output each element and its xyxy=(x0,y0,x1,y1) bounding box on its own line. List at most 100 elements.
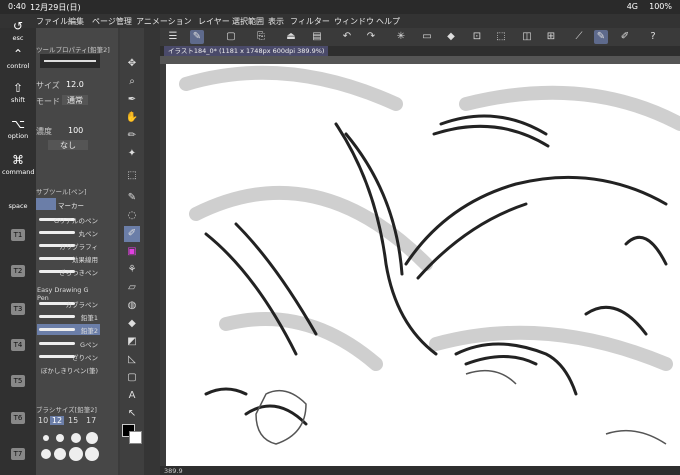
hand-icon[interactable]: ✋ xyxy=(124,110,140,126)
pencil-icon[interactable]: ✎ xyxy=(124,190,140,206)
menu-bar: ファイル 編集 ページ管理 アニメーション レイヤー 選択範囲 表示 フィルター… xyxy=(0,14,680,28)
open-icon[interactable]: ⎘ xyxy=(254,30,268,44)
menu-animation[interactable]: アニメーション xyxy=(136,16,192,27)
t3-key[interactable]: T3 xyxy=(11,303,25,315)
brush-item[interactable]: ざりペン xyxy=(37,351,100,362)
decoration-icon[interactable]: ⚘ xyxy=(124,262,140,278)
menu-view[interactable]: 表示 xyxy=(268,16,284,27)
canvas-status-bar: 389.9 xyxy=(160,466,680,475)
status-date: 12月29日(日) xyxy=(30,3,81,12)
transform-icon[interactable]: ⊡ xyxy=(470,30,484,44)
fill-bucket-icon[interactable]: ◆ xyxy=(124,316,140,332)
brush-size-dots[interactable] xyxy=(40,432,100,462)
subtool-tab-pen[interactable] xyxy=(36,198,56,210)
stylus-icon[interactable]: ✐ xyxy=(618,30,632,44)
clear-icon[interactable]: ▭ xyxy=(420,30,434,44)
brush-item[interactable]: Gリアルのペン xyxy=(37,214,100,225)
status-bar: 0:40 12月29日(日) 4G 100% xyxy=(0,0,680,14)
invert-selection-icon[interactable]: ◫ xyxy=(520,30,534,44)
shift-key[interactable]: ⇧ shift xyxy=(2,78,34,114)
menu-page[interactable]: ページ管理 xyxy=(92,16,132,27)
tool-property-title: ツールプロパティ[鉛筆2] xyxy=(36,46,110,54)
brush-size-option[interactable]: 15 xyxy=(68,416,80,425)
deselect-icon[interactable]: ⬚ xyxy=(494,30,508,44)
brush-item[interactable]: ぼかしきりペン(筆) xyxy=(37,364,100,375)
quick-access-icon[interactable]: ✎ xyxy=(190,30,204,44)
brush-size-option[interactable]: 10 xyxy=(38,416,50,425)
brush-size-option[interactable]: 17 xyxy=(86,416,98,425)
brush-item[interactable]: 効果線用 xyxy=(37,253,100,264)
select-rect-icon[interactable]: ⬚ xyxy=(124,168,140,184)
t7-key[interactable]: T7 xyxy=(11,448,25,460)
text-icon[interactable]: A xyxy=(124,388,140,404)
space-key[interactable]: space xyxy=(2,192,34,216)
brush-item[interactable]: ざらつきペン xyxy=(37,266,100,277)
pencil-snap-icon[interactable]: ✎ xyxy=(594,30,608,44)
crop-icon[interactable]: ⊞ xyxy=(544,30,558,44)
menu-file[interactable]: ファイル xyxy=(36,16,68,27)
blend-icon[interactable]: ◍ xyxy=(124,298,140,314)
t5-key[interactable]: T5 xyxy=(11,375,25,387)
fill-icon[interactable]: ◆ xyxy=(444,30,458,44)
status-battery: 100% xyxy=(649,2,672,11)
command-toolbar: ☰ ✎ ▢ ⎘ ⏏ ▤ ↶ ↷ ✳ ▭ ◆ ⊡ ⬚ ◫ ⊞ ⟋ ✎ ✐ ? xyxy=(160,28,680,47)
brush-preview xyxy=(40,54,100,68)
brush-item[interactable]: 丸ペン xyxy=(37,227,100,238)
menu-edit[interactable]: 編集 xyxy=(68,16,84,27)
brush-item[interactable]: カリグラフィ xyxy=(37,240,100,251)
subtool-tab-marker[interactable]: マーカー xyxy=(58,200,84,210)
canvas-tab[interactable]: イラスト184_0* (1181 x 1748px 600dpi 389.9%) xyxy=(164,46,329,56)
t1-key[interactable]: T1 xyxy=(11,229,25,241)
zoom-icon[interactable]: ⌕ xyxy=(124,74,140,90)
print-icon[interactable]: ▤ xyxy=(310,30,324,44)
sparkle-icon[interactable]: ✦ xyxy=(124,146,140,162)
command-key[interactable]: ⌘ command xyxy=(2,150,34,186)
control-key[interactable]: ⌃ control xyxy=(2,44,34,80)
lasso-icon[interactable]: ◌ xyxy=(124,208,140,224)
ruler-snap-icon[interactable]: ⟋ xyxy=(572,30,586,44)
move-layer-icon[interactable]: ✥ xyxy=(124,56,140,72)
brush-item-selected[interactable]: 鉛筆2 xyxy=(37,324,100,335)
eyedropper-icon[interactable]: ✒ xyxy=(124,92,140,108)
size-value[interactable]: 12.0 xyxy=(66,80,84,89)
undo-icon[interactable]: ↶ xyxy=(340,30,354,44)
hamburger-icon[interactable]: ☰ xyxy=(166,30,180,44)
t2-key[interactable]: T2 xyxy=(11,265,25,277)
menu-selection[interactable]: 選択範囲 xyxy=(232,16,264,27)
save-icon[interactable]: ⏏ xyxy=(284,30,298,44)
brush-item[interactable]: Easy Drawing G Pen xyxy=(37,285,100,302)
color-swatch[interactable] xyxy=(122,424,142,444)
t4-key[interactable]: T4 xyxy=(11,339,25,351)
brush-item[interactable]: 鉛筆1 xyxy=(37,311,100,322)
menu-help[interactable]: ヘルプ xyxy=(376,16,400,27)
brush-size-option-selected[interactable]: 12 xyxy=(50,416,64,425)
loading-icon[interactable]: ✳ xyxy=(394,30,408,44)
menu-layer[interactable]: レイヤー xyxy=(198,16,230,27)
drawing-canvas[interactable] xyxy=(166,64,680,466)
menu-filter[interactable]: フィルター xyxy=(290,16,330,27)
figure-icon[interactable]: ◺ xyxy=(124,352,140,368)
zoom-readout[interactable]: 389.9 xyxy=(164,467,183,475)
new-file-icon[interactable]: ▢ xyxy=(224,30,238,44)
blend-mode-select[interactable]: 通常 xyxy=(62,95,88,105)
option-key[interactable]: ⌥ option xyxy=(2,114,34,150)
operation-icon[interactable]: ↖ xyxy=(124,406,140,422)
redo-icon[interactable]: ↷ xyxy=(364,30,378,44)
menu-window[interactable]: ウィンドウ xyxy=(334,16,374,27)
brush-item[interactable]: カブラペン xyxy=(37,298,100,309)
brush-size-title: ブラシサイズ[鉛筆2] xyxy=(36,406,97,414)
help-icon[interactable]: ? xyxy=(646,30,660,44)
eraser-icon[interactable]: ▱ xyxy=(124,280,140,296)
pen-tool-icon[interactable]: ✏ xyxy=(124,128,140,144)
gradient-icon[interactable]: ◩ xyxy=(124,334,140,350)
subtool-title: サブツール[ペン] xyxy=(36,188,87,196)
frame-icon[interactable]: ▢ xyxy=(124,370,140,386)
ruler xyxy=(160,56,680,64)
sketch-artwork xyxy=(179,65,680,445)
brush-icon-selected[interactable]: ✐ xyxy=(124,226,140,242)
t6-key[interactable]: T6 xyxy=(11,412,25,424)
brush-item[interactable]: Gペン xyxy=(37,338,100,349)
none-button[interactable]: なし xyxy=(48,140,88,150)
airbrush-icon[interactable]: ▣ xyxy=(124,244,140,260)
opacity-value[interactable]: 100 xyxy=(68,126,83,135)
